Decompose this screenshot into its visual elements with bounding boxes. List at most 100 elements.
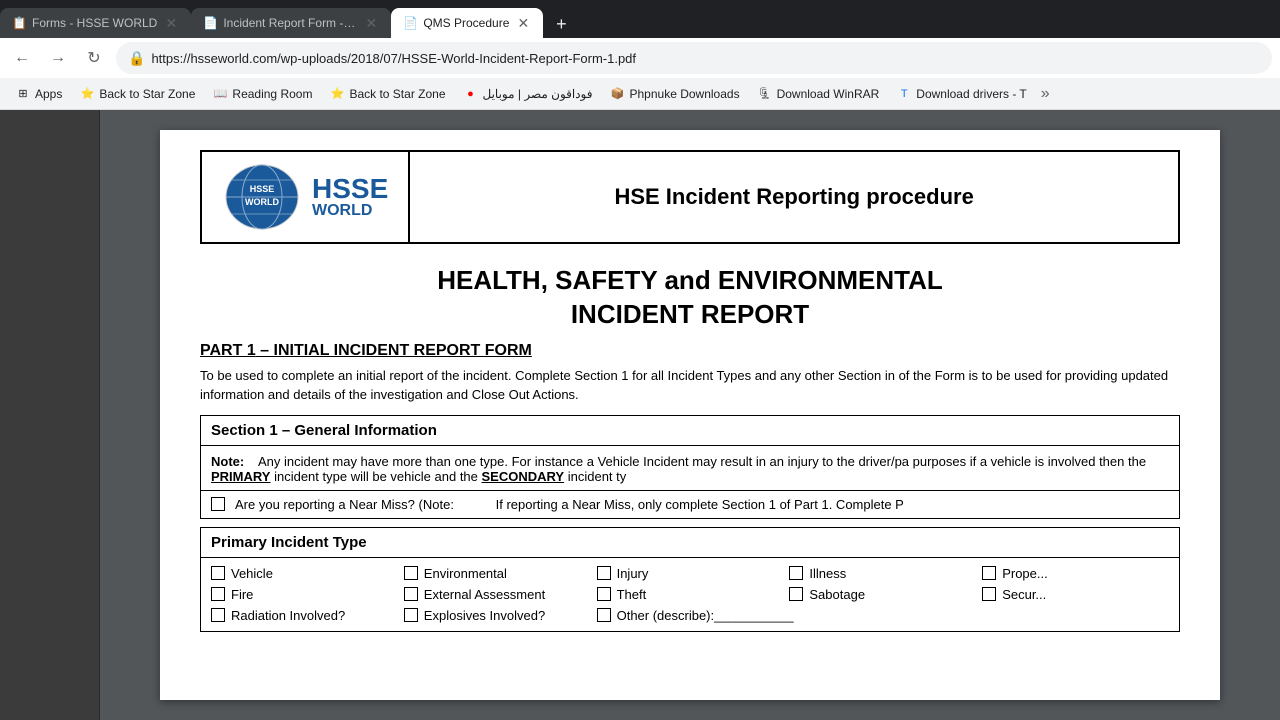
bookmark-label-drivers: Download drivers - T: [916, 87, 1026, 101]
incident-item-illness: Illness: [789, 566, 976, 581]
tab-title-2: Incident Report Form - HSSE W...: [223, 16, 357, 30]
svg-text:HSSE: HSSE: [250, 184, 275, 194]
tab-qms-procedure[interactable]: 📄 QMS Procedure ✕: [391, 8, 543, 38]
checkbox-radiation[interactable]: [211, 608, 225, 622]
part1-desc: To be used to complete an initial report…: [200, 366, 1180, 405]
checkbox-external[interactable]: [404, 587, 418, 601]
checkbox-injury[interactable]: [597, 566, 611, 580]
bookmark-apps[interactable]: ⊞ Apps: [8, 82, 70, 106]
primary-label: PRIMARY: [211, 469, 270, 484]
section1-note-text: Any incident may have more than one type…: [258, 454, 1146, 469]
bookmark-winrar[interactable]: 🗜 Download WinRAR: [750, 82, 888, 106]
checkbox-vehicle[interactable]: [211, 566, 225, 580]
label-theft: Theft: [617, 587, 647, 602]
tab-close-2[interactable]: ✕: [363, 15, 379, 31]
svg-text:WORLD: WORLD: [245, 197, 279, 207]
label-illness: Illness: [809, 566, 846, 581]
label-external: External Assessment: [424, 587, 545, 602]
bookmark-label-winrar: Download WinRAR: [777, 87, 880, 101]
incident-item-environmental: Environmental: [404, 566, 591, 581]
label-security: Secur...: [1002, 587, 1046, 602]
pdf-container: HSSE WORLD HSSE WORLD HSE Incident Repor…: [0, 110, 1280, 720]
tab-forms-hsse[interactable]: 📋 Forms - HSSE WORLD ✕: [0, 8, 191, 38]
reload-button[interactable]: ↻: [80, 44, 108, 72]
address-text: https://hsseworld.com/wp-uploads/2018/07…: [151, 51, 1260, 66]
checkbox-theft[interactable]: [597, 587, 611, 601]
bookmarks-bar: ⊞ Apps ⭐ Back to Star Zone 📖 Reading Roo…: [0, 78, 1280, 110]
hsse-logo: HSSE WORLD HSSE WORLD: [202, 152, 410, 242]
incident-item-vehicle: Vehicle: [211, 566, 398, 581]
bookmarks-more-icon[interactable]: »: [1041, 85, 1050, 103]
bookmark-phpnuke[interactable]: 📦 Phpnuke Downloads: [603, 82, 748, 106]
bookmark-vodafone[interactable]: ● فوداقون مصر | موبايل: [456, 82, 601, 106]
checkbox-property[interactable]: [982, 566, 996, 580]
bookmark-label-phpnuke: Phpnuke Downloads: [630, 87, 740, 101]
label-vehicle: Vehicle: [231, 566, 273, 581]
checkbox-explosives[interactable]: [404, 608, 418, 622]
checkbox-sabotage[interactable]: [789, 587, 803, 601]
near-miss-text2: If reporting a Near Miss, only complete …: [496, 497, 904, 512]
near-miss-text: Are you reporting a Near Miss? (Note:: [235, 497, 454, 512]
pdf-content: HSSE WORLD HSSE WORLD HSE Incident Repor…: [100, 110, 1280, 720]
bookmark-favicon-star2: ⭐: [330, 87, 344, 101]
incident-item-property: Prope...: [982, 566, 1169, 581]
near-miss-checkbox[interactable]: [211, 497, 225, 511]
label-fire: Fire: [231, 587, 253, 602]
tab-favicon-1: 📋: [12, 16, 26, 30]
near-miss-row: Are you reporting a Near Miss? (Note: If…: [201, 490, 1179, 518]
forward-button[interactable]: →: [44, 44, 72, 72]
incident-item-security: Secur...: [982, 587, 1169, 602]
main-title-line1: HEALTH, SAFETY and ENVIRONMENTAL: [437, 265, 943, 295]
pdf-sidebar: [0, 110, 100, 720]
back-button[interactable]: ←: [8, 44, 36, 72]
incident-item-sabotage: Sabotage: [789, 587, 976, 602]
tab-title-3: QMS Procedure: [423, 16, 509, 30]
bookmark-label-reading: Reading Room: [232, 87, 312, 101]
checkbox-environmental[interactable]: [404, 566, 418, 580]
hsse-header: HSSE WORLD HSSE WORLD HSE Incident Repor…: [200, 150, 1180, 244]
bookmark-favicon-phpnuke: 📦: [611, 87, 625, 101]
bookmark-favicon-reading: 📖: [213, 87, 227, 101]
incident-type-grid: Vehicle Environmental Injury Illness: [201, 558, 1179, 631]
incident-type-box: Primary Incident Type Vehicle Environmen…: [200, 527, 1180, 632]
incident-item-theft: Theft: [597, 587, 784, 602]
bookmark-back-star1[interactable]: ⭐ Back to Star Zone: [72, 82, 203, 106]
tab-close-3[interactable]: ✕: [515, 15, 531, 31]
incident-type-header: Primary Incident Type: [201, 528, 1179, 558]
part1-rest: – INITIAL INCIDENT REPORT FORM: [256, 342, 532, 359]
main-title: HEALTH, SAFETY and ENVIRONMENTAL INCIDEN…: [200, 264, 1180, 332]
bookmark-back-star2[interactable]: ⭐ Back to Star Zone: [322, 82, 453, 106]
label-property: Prope...: [1002, 566, 1048, 581]
bookmark-label-star1: Back to Star Zone: [99, 87, 195, 101]
part1-label: PART 1: [200, 342, 256, 359]
checkbox-fire[interactable]: [211, 587, 225, 601]
new-tab-button[interactable]: +: [547, 10, 575, 38]
label-radiation: Radiation Involved?: [231, 608, 345, 623]
label-other: Other (describe):___________: [617, 608, 794, 623]
label-explosives: Explosives Involved?: [424, 608, 545, 623]
note-label: Note:: [211, 454, 244, 469]
incident-item-fire: Fire: [211, 587, 398, 602]
lock-icon: 🔒: [128, 50, 145, 67]
hsse-wordmark: HSSE WORLD: [312, 175, 388, 219]
bookmark-label-vodafone: فوداقون مصر | موبايل: [483, 87, 593, 101]
checkbox-illness[interactable]: [789, 566, 803, 580]
tab-incident-report[interactable]: 📄 Incident Report Form - HSSE W... ✕: [191, 8, 391, 38]
incident-item-external: External Assessment: [404, 587, 591, 602]
tab-close-1[interactable]: ✕: [163, 15, 179, 31]
bookmark-favicon-star1: ⭐: [80, 87, 94, 101]
section1-header: Section 1 – General Information: [201, 416, 1179, 446]
bookmark-drivers[interactable]: T Download drivers - T: [889, 82, 1034, 106]
label-injury: Injury: [617, 566, 649, 581]
checkbox-other[interactable]: [597, 608, 611, 622]
label-sabotage: Sabotage: [809, 587, 865, 602]
section1-note-text3: incident ty: [568, 469, 627, 484]
part1-title: PART 1 – INITIAL INCIDENT REPORT FORM: [200, 342, 1180, 360]
address-box[interactable]: 🔒 https://hsseworld.com/wp-uploads/2018/…: [116, 42, 1272, 74]
bookmark-favicon-drivers: T: [897, 87, 911, 101]
incident-item-other: Other (describe):___________: [597, 608, 977, 623]
section1-box: Section 1 – General Information Note: An…: [200, 415, 1180, 519]
section1-note: Note: Any incident may have more than on…: [201, 446, 1179, 490]
bookmark-reading-room[interactable]: 📖 Reading Room: [205, 82, 320, 106]
checkbox-security[interactable]: [982, 587, 996, 601]
